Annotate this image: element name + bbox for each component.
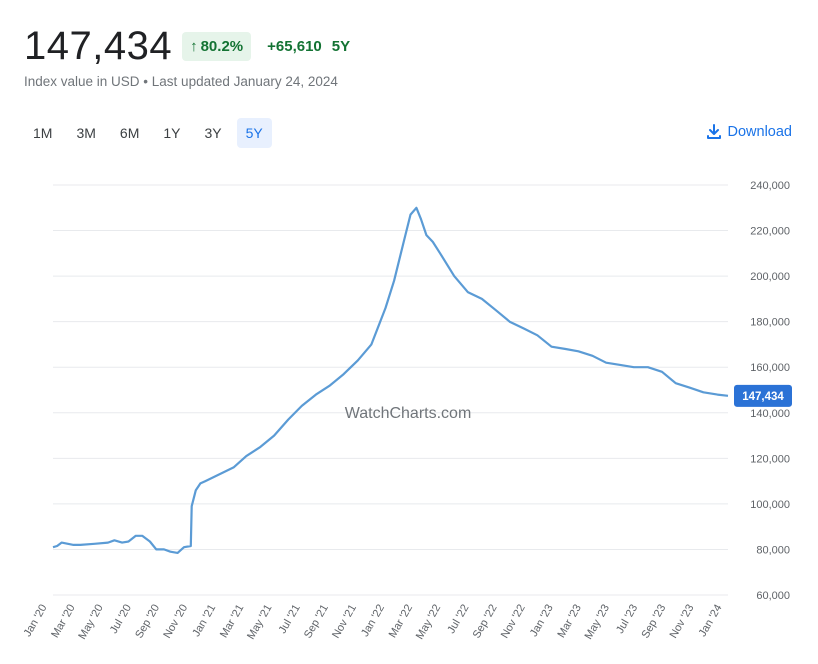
range-1y-button[interactable]: 1Y [154,118,189,148]
x-tick-label: Mar '22 [387,603,416,640]
x-tick-label: Jan '21 [190,603,218,639]
x-tick-label: Mar '21 [218,603,247,640]
x-tick-label: Sep '20 [133,603,162,641]
download-button[interactable]: Download [706,124,793,140]
price-chart: 60,000 80,000 100,000 120,000 140,000 160,000… [22,180,792,642]
y-tick-label: 220,000 [750,226,790,238]
x-tick-label: Sep '22 [471,603,500,641]
y-tick-label: 140,000 [750,408,790,420]
range-3m-button[interactable]: 3M [67,118,104,148]
x-tick-label: Jul '21 [277,603,303,636]
x-tick-label: May '22 [414,603,443,642]
x-tick-label: Nov '21 [330,603,359,641]
x-tick-label: Nov '23 [668,603,697,641]
y-tick-label: 80,000 [756,544,790,556]
arrow-up-icon: ↑ [190,37,198,55]
price-row: 147,434 ↑ 80.2% +65,610 5Y [24,22,350,70]
chart-grid [53,184,728,596]
x-tick-label: Jan '20 [22,603,50,639]
x-tick-label: May '23 [583,603,612,642]
percent-change-badge: ↑ 80.2% [182,31,252,61]
range-3y-button[interactable]: 3Y [195,118,230,148]
y-tick-label: 200,000 [750,271,790,283]
y-tick-label: 180,000 [750,317,790,329]
x-tick-label: Jul '22 [445,603,471,636]
series-line [52,206,729,554]
x-tick-label: Nov '22 [499,603,528,641]
y-tick-label: 100,000 [750,499,790,511]
subtitle: Index value in USD • Last updated Januar… [24,74,338,89]
header: 147,434 ↑ 80.2% +65,610 5Y Index value i… [24,22,350,89]
x-tick-label: Jul '23 [614,603,640,636]
y-tick-label: 160,000 [750,362,790,374]
current-price: 147,434 [24,24,173,68]
x-tick-label: Nov '20 [161,603,190,641]
last-value-label: 147,434 [742,391,784,403]
range-6m-button[interactable]: 6M [111,118,148,148]
x-tick-label: May '21 [245,603,274,642]
y-tick-label: 60,000 [756,590,790,602]
x-tick-label: May '20 [76,603,105,642]
y-tick-label: 120,000 [750,453,790,465]
x-tick-label: Jan '22 [359,603,387,639]
x-tick-label: Jan '24 [697,603,725,639]
x-tick-label: Sep '21 [302,603,331,641]
x-tick-label: Jan '23 [528,603,556,639]
x-axis-ticks: Jan '20 Mar '20May '20 Jul '20 Sep '20 Nov '… [22,603,725,642]
x-tick-label: Sep '23 [639,603,668,641]
change-period: 5Y [331,37,351,55]
x-tick-label: Jul '20 [108,603,134,636]
percent-change-value: 80.2% [200,37,244,55]
absolute-change: +65,610 [267,37,322,55]
x-tick-label: Mar '23 [555,603,584,640]
y-tick-label: 240,000 [750,180,790,192]
range-5y-button[interactable]: 5Y [236,118,272,148]
last-value-badge: 147,434 [734,384,792,407]
download-label: Download [727,124,793,140]
range-1m-button[interactable]: 1M [24,118,61,148]
download-icon [706,124,721,139]
watermark: WatchCharts.com [345,405,472,422]
time-range-selector: 1M 3M 6M 1Y 3Y 5Y [24,118,278,148]
x-tick-label: Mar '20 [49,603,78,640]
